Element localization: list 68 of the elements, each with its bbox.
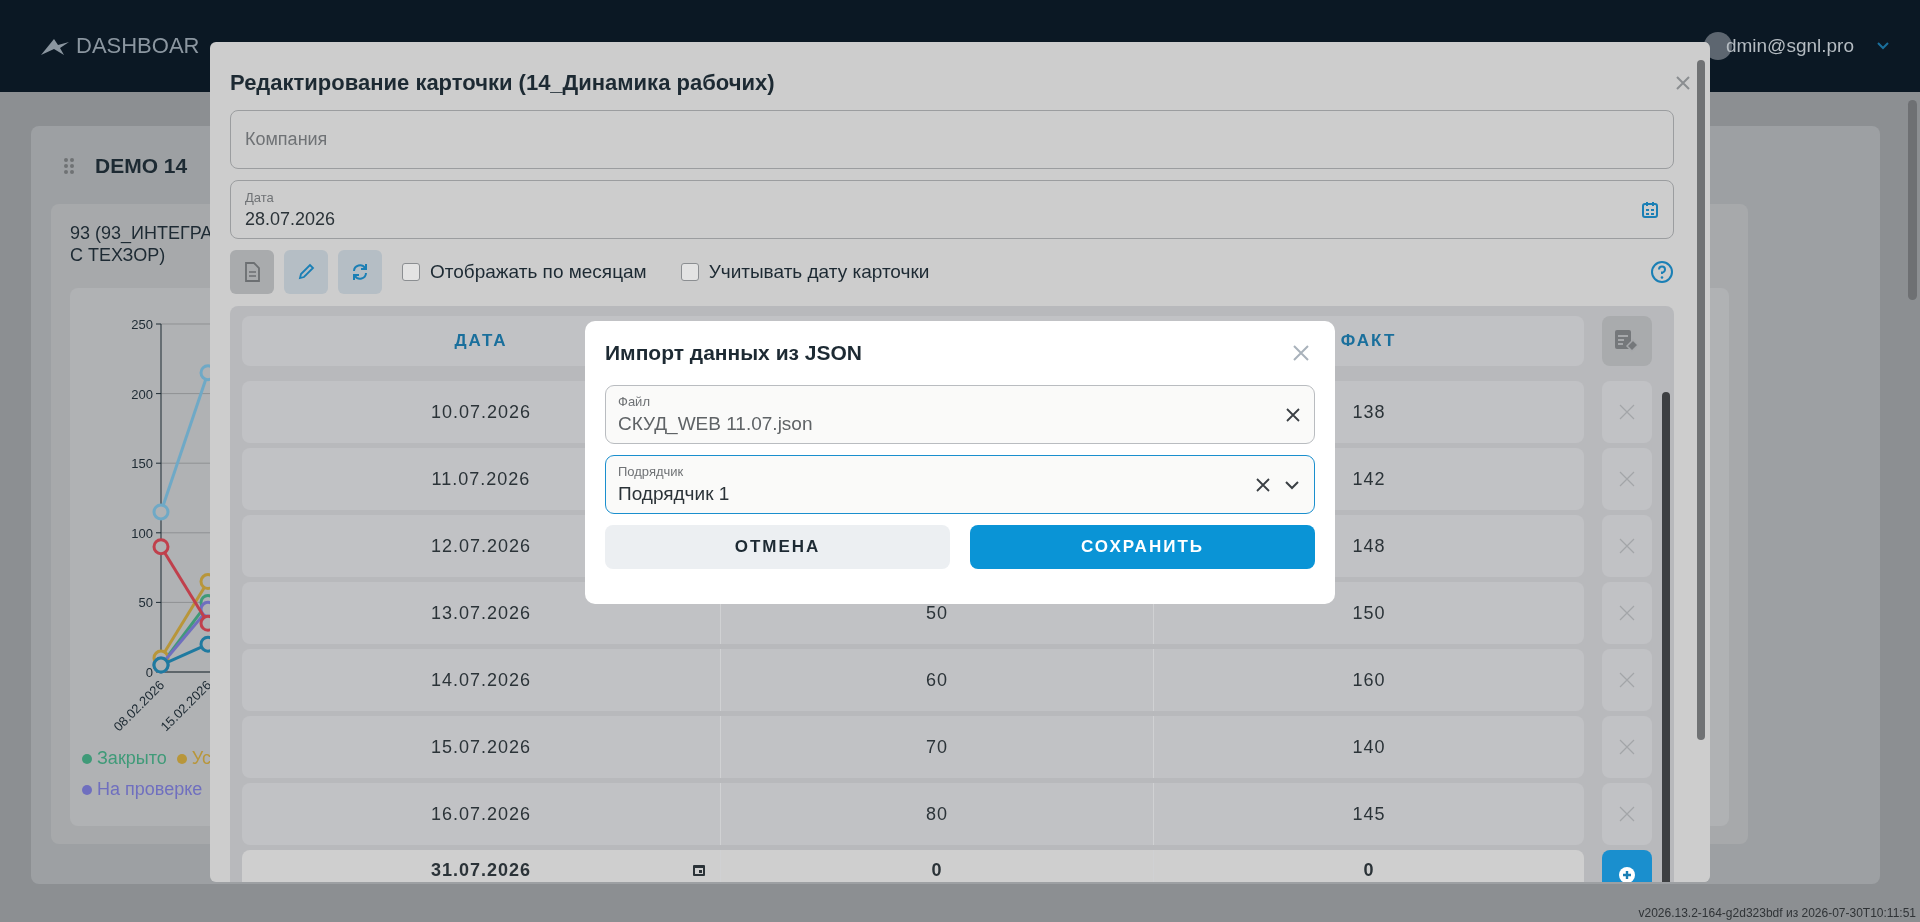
table-cell: 70 <box>926 736 948 758</box>
table-cell: 11.07.2026 <box>431 468 531 490</box>
point <box>152 538 170 556</box>
cancel-button[interactable]: ОТМЕНА <box>605 525 950 569</box>
chevron-down-icon[interactable] <box>1284 479 1300 490</box>
table-cell: 12.07.2026 <box>430 535 532 557</box>
table-cell: 160 <box>1352 669 1386 691</box>
table-cell: 80 <box>926 803 948 825</box>
delete-icon <box>1619 806 1635 822</box>
clear-table-button[interactable] <box>1602 316 1652 366</box>
table-cell: 60 <box>926 669 948 691</box>
point <box>152 503 170 521</box>
close-icon[interactable] <box>1293 345 1309 361</box>
date-field[interactable]: Дата 28.07.2026 <box>230 180 1674 239</box>
board-title: DEMO 14 <box>95 154 188 178</box>
pencil-icon <box>297 263 315 281</box>
table-cell: 150 <box>1352 602 1386 624</box>
drag-handle-icon[interactable] <box>63 157 75 175</box>
document-icon <box>244 262 260 282</box>
table-scrollbar[interactable] <box>1662 392 1670 882</box>
help-icon[interactable] <box>1650 260 1674 284</box>
table-cell: 13.07.2026 <box>430 602 532 624</box>
table-cell: 14.07.2026 <box>430 669 532 691</box>
table-cell: 148 <box>1352 535 1386 557</box>
table-cell: 140 <box>1352 736 1386 758</box>
checkbox-label[interactable]: Отображать по месяцам <box>430 261 647 283</box>
refresh-button[interactable] <box>338 250 382 294</box>
version-text: v2026.13.2-164-g2d323bdf из 2026-07-30T10:11:51 <box>1638 906 1916 920</box>
delete-icon <box>1619 404 1635 420</box>
widget-title: С ТЕХЗОР) <box>70 244 167 266</box>
y-tick-label: 0 <box>145 665 153 680</box>
table-cell: 142 <box>1352 468 1386 490</box>
table-cell: 50 <box>926 602 948 624</box>
pencil-button[interactable] <box>284 250 328 294</box>
modal-title: Редактирование карточки (14_Динамика рабочих) <box>230 70 775 96</box>
y-tick-label: 150 <box>131 456 153 472</box>
y-tick-label: 100 <box>131 525 153 541</box>
table-cell: 10.07.2026 <box>430 401 532 423</box>
y-tick-label: 200 <box>131 386 153 402</box>
table-cell: 16.07.2026 <box>430 803 532 825</box>
clear-icon[interactable] <box>1256 477 1270 492</box>
table-edit-icon <box>1614 329 1640 353</box>
calendar-icon[interactable] <box>692 863 706 877</box>
table-cell: 138 <box>1352 401 1386 423</box>
y-tick-label: 50 <box>138 595 153 611</box>
date-input[interactable]: 31.07.2026 <box>430 860 532 880</box>
delete-icon <box>1619 739 1635 755</box>
checkbox-label[interactable]: Учитывать дату карточки <box>708 261 930 283</box>
delete-icon <box>1619 672 1635 688</box>
select-field[interactable]: Подрядчик Подрядчик 1 <box>605 455 1315 514</box>
dialog-title: Импорт данных из JSON <box>605 341 862 365</box>
delete-icon <box>1619 471 1635 487</box>
table-cell: 15.07.2026 <box>430 736 532 758</box>
close-icon[interactable] <box>1676 76 1690 90</box>
user-email[interactable]: dmin@sgnl.pro <box>1725 35 1854 57</box>
delete-icon <box>1619 538 1635 554</box>
checkbox[interactable] <box>402 263 420 281</box>
refresh-icon <box>351 263 369 281</box>
table-cell: 145 <box>1352 803 1386 825</box>
widget-title: 93 (93_ИНТЕГРА <box>70 222 214 244</box>
y-tick-label: 250 <box>131 317 153 332</box>
number-input[interactable]: 0 <box>931 860 943 880</box>
number-input[interactable]: 0 <box>1363 860 1375 880</box>
logo-text: DASHBOAR <box>76 33 200 59</box>
plus-icon <box>1618 866 1636 882</box>
delete-icon <box>1619 605 1635 621</box>
checkbox[interactable] <box>680 263 699 281</box>
modal-scrollbar[interactable] <box>1694 42 1708 882</box>
